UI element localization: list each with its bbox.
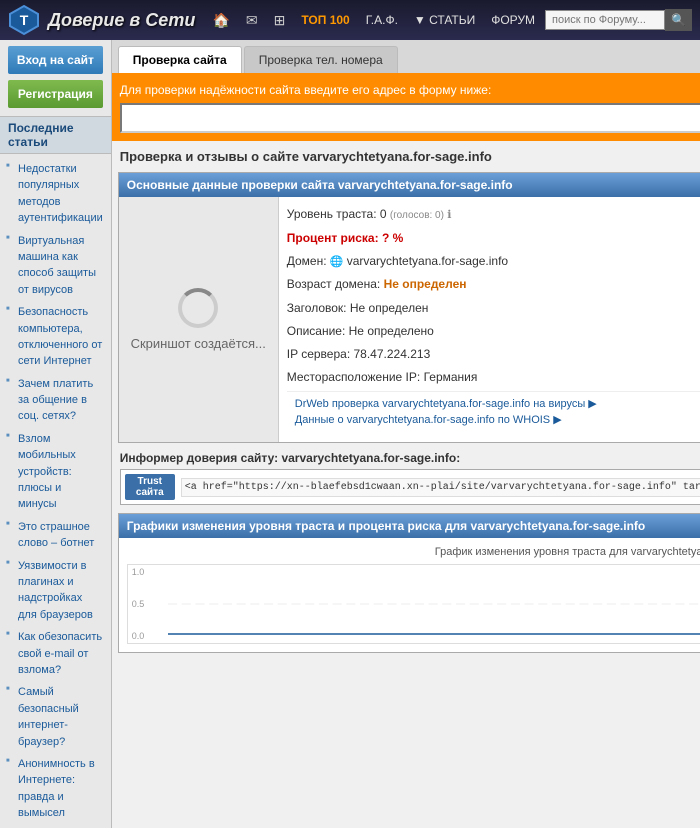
ip-label: IP сервера: [287, 347, 350, 361]
trust-level-label: Уровень траста: [287, 207, 377, 221]
article-list: Недостатки популярных методов аутентифик… [0, 154, 111, 828]
nav-faq[interactable]: Г.А.Ф. [360, 11, 404, 29]
trust-votes: (голосов: 0) [390, 210, 444, 221]
location-row: Месторасположение IP: Германия [287, 368, 700, 387]
main-content: Проверка сайта Проверка тел. номера Для … [112, 40, 700, 828]
description-label: Описание: [287, 324, 346, 338]
result-details: ? Уровень траста: 0 (голосов: 0) ℹ Проце… [279, 197, 700, 442]
loading-spinner [178, 288, 218, 328]
header-row: Заголовок: Не определен [287, 299, 700, 318]
main-nav: 🏠 ✉ ⊞ ТОП 100 Г.А.Ф. ▼ СТАТЬИ ФОРУМ 🔍 [206, 9, 692, 31]
graph-yaxis: 1.0 0.5 0.0 [132, 565, 145, 643]
location-value: Германия [424, 370, 478, 384]
page-header-value: Не определен [350, 301, 429, 315]
list-item[interactable]: Виртуальная машина как способ защиты от … [0, 230, 111, 302]
logo-icon: Т [8, 4, 40, 36]
percent-row: Процент риска: ? % [287, 229, 700, 248]
ip-row: IP сервера: 78.47.224.213 [287, 345, 700, 364]
layout: Вход на сайт Регистрация Последние стать… [0, 40, 700, 828]
nav-articles[interactable]: ▼ СТАТЬИ [408, 11, 481, 29]
header: Т Доверие в Сети 🏠 ✉ ⊞ ТОП 100 Г.А.Ф. ▼ … [0, 0, 700, 40]
graph-area: 1.0 0.5 0.0 [127, 564, 700, 644]
graph-inner: График изменения уровня траста для varva… [119, 538, 700, 652]
check-form-label: Для проверки надёжности сайта введите ег… [120, 83, 700, 97]
informer-box: Trustсайта <a href="https://xn--blaefebs… [120, 469, 700, 505]
grid-icon[interactable]: ⊞ [268, 10, 292, 31]
page-header-label: Заголовок: [287, 301, 347, 315]
y-label-top: 1.0 [132, 567, 145, 577]
list-item[interactable]: Безопасность компьютера, отключенного от… [0, 301, 111, 373]
description-value: Не определено [349, 324, 434, 338]
graph-svg [168, 569, 700, 639]
result-box: Основные данные проверки сайта varvarych… [118, 172, 700, 443]
screenshot-area: Скриншот создаётся... [119, 197, 279, 442]
trust-level-value: 0 [380, 207, 387, 221]
search-area: 🔍 [545, 9, 692, 31]
list-item[interactable]: Анонимность в Интернете: правда и вымысе… [0, 753, 111, 825]
domain-value: varvarychtetyana.for-sage.info [347, 254, 508, 268]
check-form-row: ПРОВЕРКА САЙТА [120, 103, 700, 133]
register-button[interactable]: Регистрация [8, 80, 103, 108]
tab-check-phone[interactable]: Проверка тел. номера [244, 46, 398, 73]
list-item[interactable]: Зачем платить за общение в соц. сетях? [0, 373, 111, 428]
home-icon[interactable]: 🏠 [206, 10, 235, 31]
result-box-title: Основные данные проверки сайта varvarych… [119, 173, 700, 197]
location-label: Месторасположение IP: [287, 370, 420, 384]
domain-label: Домен: [287, 254, 327, 268]
age-value: Не определен [384, 277, 467, 291]
list-item[interactable]: Взлом мобильных устройств: плюсы и минус… [0, 428, 111, 516]
list-item[interactable]: Это страшное слово – ботнет [0, 516, 111, 555]
list-item[interactable]: Самый безопасный интернет-браузер? [0, 681, 111, 753]
sidebar-section-title: Последние статьи [0, 116, 111, 154]
age-label: Возраст домена: [287, 277, 380, 291]
graph-section: Графики изменения уровня траста и процен… [118, 513, 700, 653]
mail-icon[interactable]: ✉ [240, 10, 264, 31]
screenshot-text: Скриншот создаётся... [131, 336, 266, 351]
whois-link[interactable]: Данные о varvarychtetyana.for-sage.info … [295, 412, 700, 426]
result-heading: Проверка и отзывы о сайте varvarychtetya… [112, 141, 700, 172]
logo-area: Т Доверие в Сети [8, 4, 195, 36]
ip-value: 78.47.224.213 [354, 347, 431, 361]
site-title: Доверие в Сети [48, 10, 195, 31]
domain-icon: 🌐 [330, 256, 347, 268]
trust-level-row: Уровень траста: 0 (голосов: 0) ℹ [287, 205, 700, 225]
informer-title: Информер доверия сайту: varvarychtetyana… [120, 451, 700, 465]
login-button[interactable]: Вход на сайт [8, 46, 103, 74]
drweb-virus-link[interactable]: DrWeb проверка varvarychtetyana.for-sage… [295, 396, 700, 410]
graph-subtitle: График изменения уровня траста для varva… [127, 546, 700, 558]
list-item[interactable]: Как обезопасить свой e-mail от взлома? [0, 626, 111, 681]
graph-title: Графики изменения уровня траста и процен… [119, 514, 700, 538]
percent-value: ? % [382, 231, 403, 245]
list-item[interactable]: Недостатки популярных методов аутентифик… [0, 158, 111, 230]
site-url-input[interactable] [120, 103, 700, 133]
search-button[interactable]: 🔍 [665, 9, 692, 31]
informer-section: Информер доверия сайту: varvarychtetyana… [112, 443, 700, 513]
list-item[interactable]: Уязвимости в плагинах и надстройках для … [0, 555, 111, 627]
tab-bar: Проверка сайта Проверка тел. номера [112, 40, 700, 75]
result-body: Скриншот создаётся... ? Уровень траста: … [119, 197, 700, 442]
informer-badge: Trustсайта [125, 474, 175, 500]
nav-forum[interactable]: ФОРУМ [485, 11, 541, 29]
domain-row: Домен: 🌐 varvarychtetyana.for-sage.info [287, 252, 700, 272]
drweb-links: DrWeb проверка varvarychtetyana.for-sage… [287, 391, 700, 434]
tab-check-site[interactable]: Проверка сайта [118, 46, 242, 73]
informer-code[interactable]: <a href="https://xn--blaefebsd1cwaan.xn-… [181, 478, 700, 497]
y-label-bot: 0.0 [132, 631, 145, 641]
description-row: Описание: Не определено [287, 322, 700, 341]
nav-top100[interactable]: ТОП 100 [295, 11, 355, 29]
sidebar: Вход на сайт Регистрация Последние стать… [0, 40, 112, 828]
info-icon: ℹ [447, 209, 451, 221]
percent-label: Процент риска: [287, 231, 379, 245]
y-label-mid: 0.5 [132, 599, 145, 609]
check-form-area: Для проверки надёжности сайта введите ег… [112, 75, 700, 141]
search-input[interactable] [545, 10, 665, 30]
age-row: Возраст домена: Не определен [287, 275, 700, 294]
svg-text:Т: Т [20, 12, 29, 28]
